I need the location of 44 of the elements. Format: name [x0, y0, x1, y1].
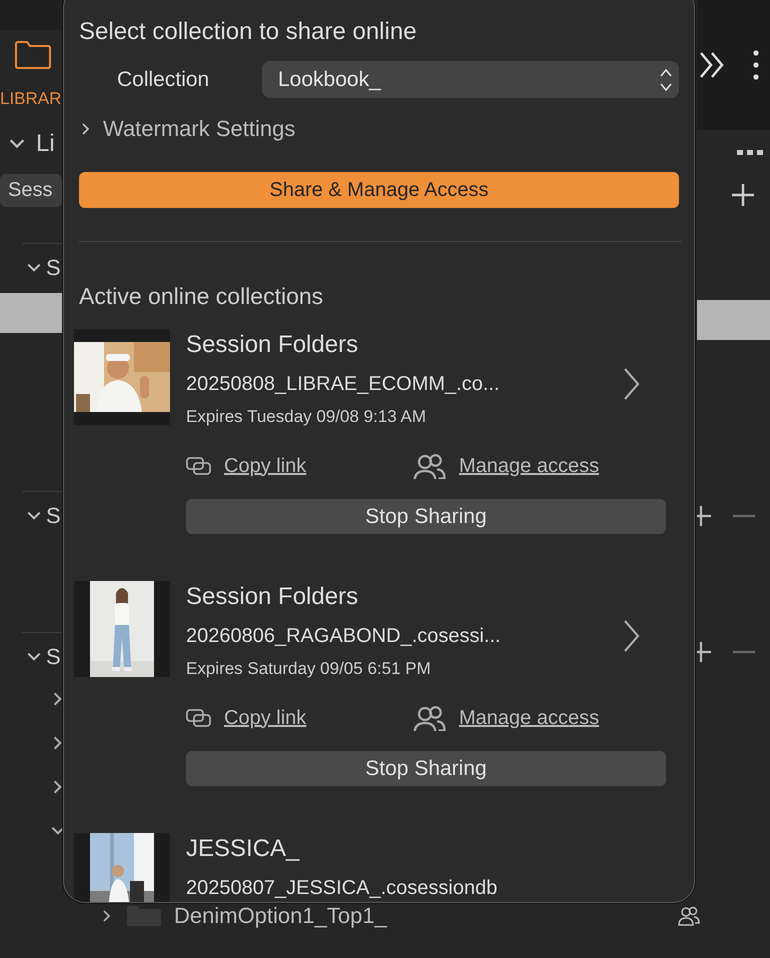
copy-link[interactable]: Copy link [186, 454, 413, 478]
section-title: S [46, 644, 61, 670]
collection-select[interactable]: Lookbook_ [262, 61, 679, 98]
popover-title: Select collection to share online [79, 17, 418, 47]
chevron-right-icon[interactable] [622, 619, 640, 653]
manage-access-link[interactable]: Manage access [413, 453, 640, 479]
field-label: Collection [117, 68, 210, 92]
manage-access-link[interactable]: Manage access [413, 705, 640, 731]
filter-chip[interactable]: Sess [0, 174, 62, 207]
updown-icon [659, 66, 673, 92]
library-title: Li [36, 130, 55, 158]
copy-link[interactable]: Copy link [186, 706, 413, 730]
minus-icon[interactable] [733, 514, 755, 518]
minus-icon[interactable] [733, 650, 755, 654]
share-button[interactable]: Share & Manage Access [79, 172, 679, 208]
plus-icon[interactable] [697, 506, 711, 526]
plus-icon[interactable] [697, 642, 711, 662]
double-chevron-icon[interactable] [699, 50, 725, 80]
more-icon[interactable] [737, 150, 763, 156]
file-name: 20250808_LIBRAE_ECOMM_.co... [186, 372, 500, 396]
people-icon [413, 453, 447, 479]
copy-link-icon [186, 709, 212, 727]
plus-icon[interactable] [732, 184, 754, 206]
expiry-date: Expires Saturday 09/05 6:51 PM [186, 658, 432, 680]
stop-sharing-button[interactable]: Stop Sharing [186, 751, 666, 786]
people-icon [413, 705, 447, 731]
file-name: 20250807_JESSICA_.cosessiondb [186, 876, 498, 900]
disclosure-label[interactable]: Watermark Settings [103, 116, 296, 142]
collection-title: Session Folders [186, 582, 360, 612]
folder-name[interactable]: DenimOption1_Top1_ [174, 903, 387, 929]
file-name: 20260806_RAGABOND_.cosessi... [186, 624, 501, 648]
people-icon [678, 906, 700, 926]
section-title: S [46, 503, 61, 529]
section-title: Active online collections [79, 282, 324, 311]
collection-title: JESSICA_ [186, 834, 301, 864]
section-title: S [46, 255, 61, 281]
stop-sharing-button[interactable]: Stop Sharing [186, 499, 666, 534]
folder-icon[interactable] [14, 40, 52, 70]
collection-title: Session Folders [186, 330, 360, 360]
expiry-date: Expires Tuesday 09/08 9:13 AM [186, 406, 428, 428]
folder-icon [126, 905, 162, 927]
chevron-right-icon[interactable] [622, 367, 640, 401]
copy-link-icon [186, 457, 212, 475]
more-vertical-icon[interactable] [753, 50, 759, 80]
